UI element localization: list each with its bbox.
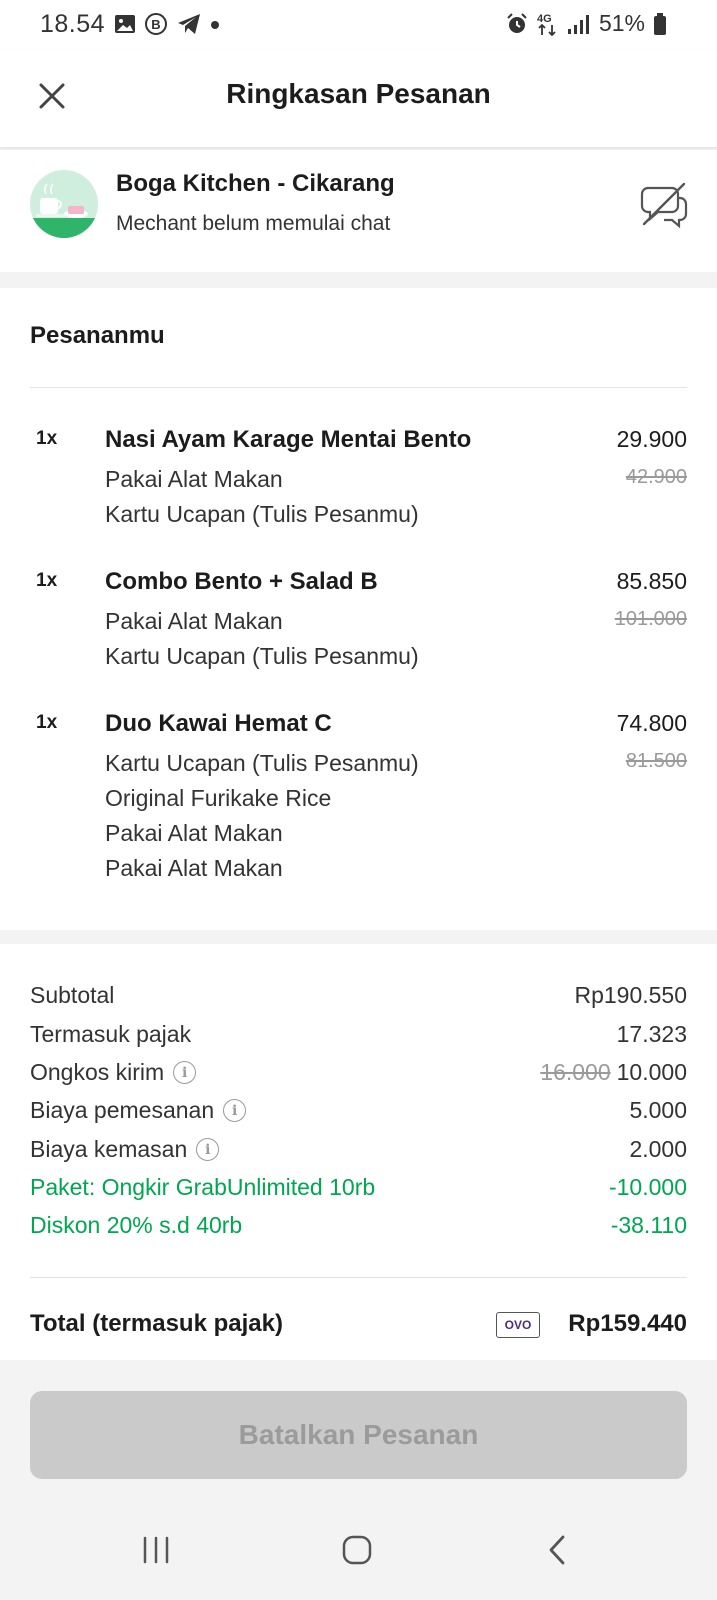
order-item: 1x Nasi Ayam Karage Mentai Bento 29.900 … [0, 426, 717, 536]
item-quantity: 1x [36, 428, 58, 449]
item-option: Pakai Alat Makan [105, 820, 283, 846]
delivery-fee-label: Ongkos kirim [30, 1059, 165, 1085]
order-section: Pesananmu 1x Nasi Ayam Karage Mentai Ben… [0, 288, 717, 930]
order-heading: Pesananmu [30, 322, 165, 349]
alarm-icon [507, 12, 527, 33]
status-bar: 18.54 B 4G 51% [0, 0, 717, 50]
delivery-fee-value: 10.000 [616, 1059, 687, 1085]
promo-discount-label: Diskon 20% s.d 40rb [30, 1212, 243, 1238]
tax-label: Termasuk pajak [30, 1021, 192, 1047]
page-title: Ringkasan Pesanan [226, 78, 491, 109]
item-name: Combo Bento + Salad B [105, 568, 378, 595]
item-original-price: 42.900 [625, 466, 687, 488]
merchant-chat-status: Mechant belum memulai chat [116, 212, 391, 235]
order-fee-value: 5.000 [629, 1097, 687, 1123]
svg-text:B: B [151, 17, 160, 32]
tax-value: 17.323 [616, 1021, 687, 1047]
delivery-fee-row: Ongkos kirim i 16.000 10.000 [30, 1059, 687, 1095]
recent-apps-icon [143, 1536, 169, 1564]
item-options: Pakai Alat Makan Kartu Ucapan (Tulis Pes… [105, 462, 419, 532]
promo-delivery-value: -10.000 [608, 1174, 687, 1200]
status-time: 18.54 [40, 10, 106, 38]
item-option: Kartu Ucapan (Tulis Pesanmu) [105, 643, 419, 669]
subtotal-label: Subtotal [30, 982, 115, 1008]
delivery-fee-label-group: Ongkos kirim i [30, 1059, 197, 1086]
promo-discount-value: -38.110 [610, 1212, 687, 1238]
item-price: 85.850 [616, 568, 687, 594]
system-nav-bar [0, 1505, 717, 1600]
item-option: Kartu Ucapan (Tulis Pesanmu) [105, 501, 419, 527]
subtotal-row: Subtotal Rp190.550 [30, 982, 687, 1018]
item-price: 29.900 [616, 426, 687, 452]
payment-summary: Subtotal Rp190.550 Termasuk pajak 17.323… [0, 944, 717, 1360]
order-fee-label: Biaya pemesanan [30, 1097, 215, 1123]
promo-discount-row: Diskon 20% s.d 40rb -38.110 [30, 1212, 687, 1248]
merchant-avatar [30, 170, 98, 238]
merchant-logo-icon [30, 170, 98, 238]
subtotal-value: Rp190.550 [574, 982, 687, 1008]
total-value: Rp159.440 [568, 1310, 687, 1337]
info-icon[interactable]: i [173, 1061, 197, 1084]
merchant-card: Boga Kitchen - Cikarang Mechant belum me… [0, 150, 717, 272]
merchant-name: Boga Kitchen - Cikarang [116, 170, 395, 197]
item-original-price: 81.500 [625, 750, 687, 772]
svg-text:4G: 4G [537, 13, 552, 25]
order-item: 1x Duo Kawai Hemat C 74.800 81.500 Kartu… [0, 710, 717, 890]
order-fee-label-group: Biaya pemesanan i [30, 1097, 247, 1124]
item-option: Pakai Alat Makan [105, 855, 283, 881]
recent-apps-button[interactable] [126, 1525, 186, 1575]
item-quantity: 1x [36, 570, 58, 591]
status-icons-left: B [114, 12, 220, 36]
summary-divider [30, 1277, 687, 1278]
info-icon[interactable]: i [223, 1099, 247, 1122]
item-option: Pakai Alat Makan [105, 466, 283, 492]
packaging-fee-value: 2.000 [629, 1136, 687, 1162]
item-option: Original Furikake Rice [105, 785, 332, 811]
gallery-icon [115, 15, 135, 33]
4g-icon: 4G [537, 13, 556, 36]
item-options: Kartu Ucapan (Tulis Pesanmu) Original Fu… [105, 746, 419, 886]
packaging-fee-row: Biaya kemasan i 2.000 [30, 1136, 687, 1172]
status-icons-right: 4G 51% [505, 10, 667, 37]
chat-disabled-icon [640, 182, 688, 229]
order-fee-row: Biaya pemesanan i 5.000 [30, 1097, 687, 1133]
order-divider [30, 387, 687, 388]
total-label: Total (termasuk pajak) [30, 1310, 283, 1337]
back-icon [549, 1535, 565, 1565]
item-price: 74.800 [616, 710, 687, 736]
tax-row: Termasuk pajak 17.323 [30, 1021, 687, 1057]
cancel-order-button[interactable]: Batalkan Pesanan [30, 1391, 687, 1479]
item-quantity: 1x [36, 712, 58, 733]
ovo-payment-icon: OVO [496, 1312, 540, 1338]
order-item: 1x Combo Bento + Salad B 85.850 101.000 … [0, 568, 717, 678]
app-bar: Ringkasan Pesanan [0, 50, 717, 148]
signal-icon [567, 14, 589, 34]
info-icon[interactable]: i [196, 1138, 220, 1161]
b-badge-icon: B [145, 13, 167, 35]
item-option: Pakai Alat Makan [105, 608, 283, 634]
promo-delivery-row: Paket: Ongkir GrabUnlimited 10rb -10.000 [30, 1174, 687, 1210]
home-button[interactable] [327, 1525, 387, 1575]
back-button[interactable] [528, 1525, 588, 1575]
packaging-fee-label: Biaya kemasan [30, 1136, 188, 1162]
packaging-fee-label-group: Biaya kemasan i [30, 1136, 220, 1163]
item-options: Pakai Alat Makan Kartu Ucapan (Tulis Pes… [105, 604, 419, 674]
delivery-fee-value-group: 16.000 10.000 [540, 1059, 687, 1086]
battery-percent: 51% [598, 10, 645, 36]
delivery-fee-original: 16.000 [540, 1059, 611, 1085]
chat-button[interactable] [638, 178, 690, 230]
item-name: Duo Kawai Hemat C [105, 710, 332, 737]
telegram-icon [178, 14, 200, 34]
item-name: Nasi Ayam Karage Mentai Bento [105, 426, 472, 453]
home-icon [342, 1535, 372, 1565]
promo-delivery-label: Paket: Ongkir GrabUnlimited 10rb [30, 1174, 376, 1200]
item-original-price: 101.000 [614, 608, 687, 630]
total-row: Total (termasuk pajak) OVO Rp159.440 [30, 1310, 687, 1350]
dot-icon [211, 21, 219, 29]
battery-icon [654, 12, 666, 35]
item-option: Kartu Ucapan (Tulis Pesanmu) [105, 750, 419, 776]
